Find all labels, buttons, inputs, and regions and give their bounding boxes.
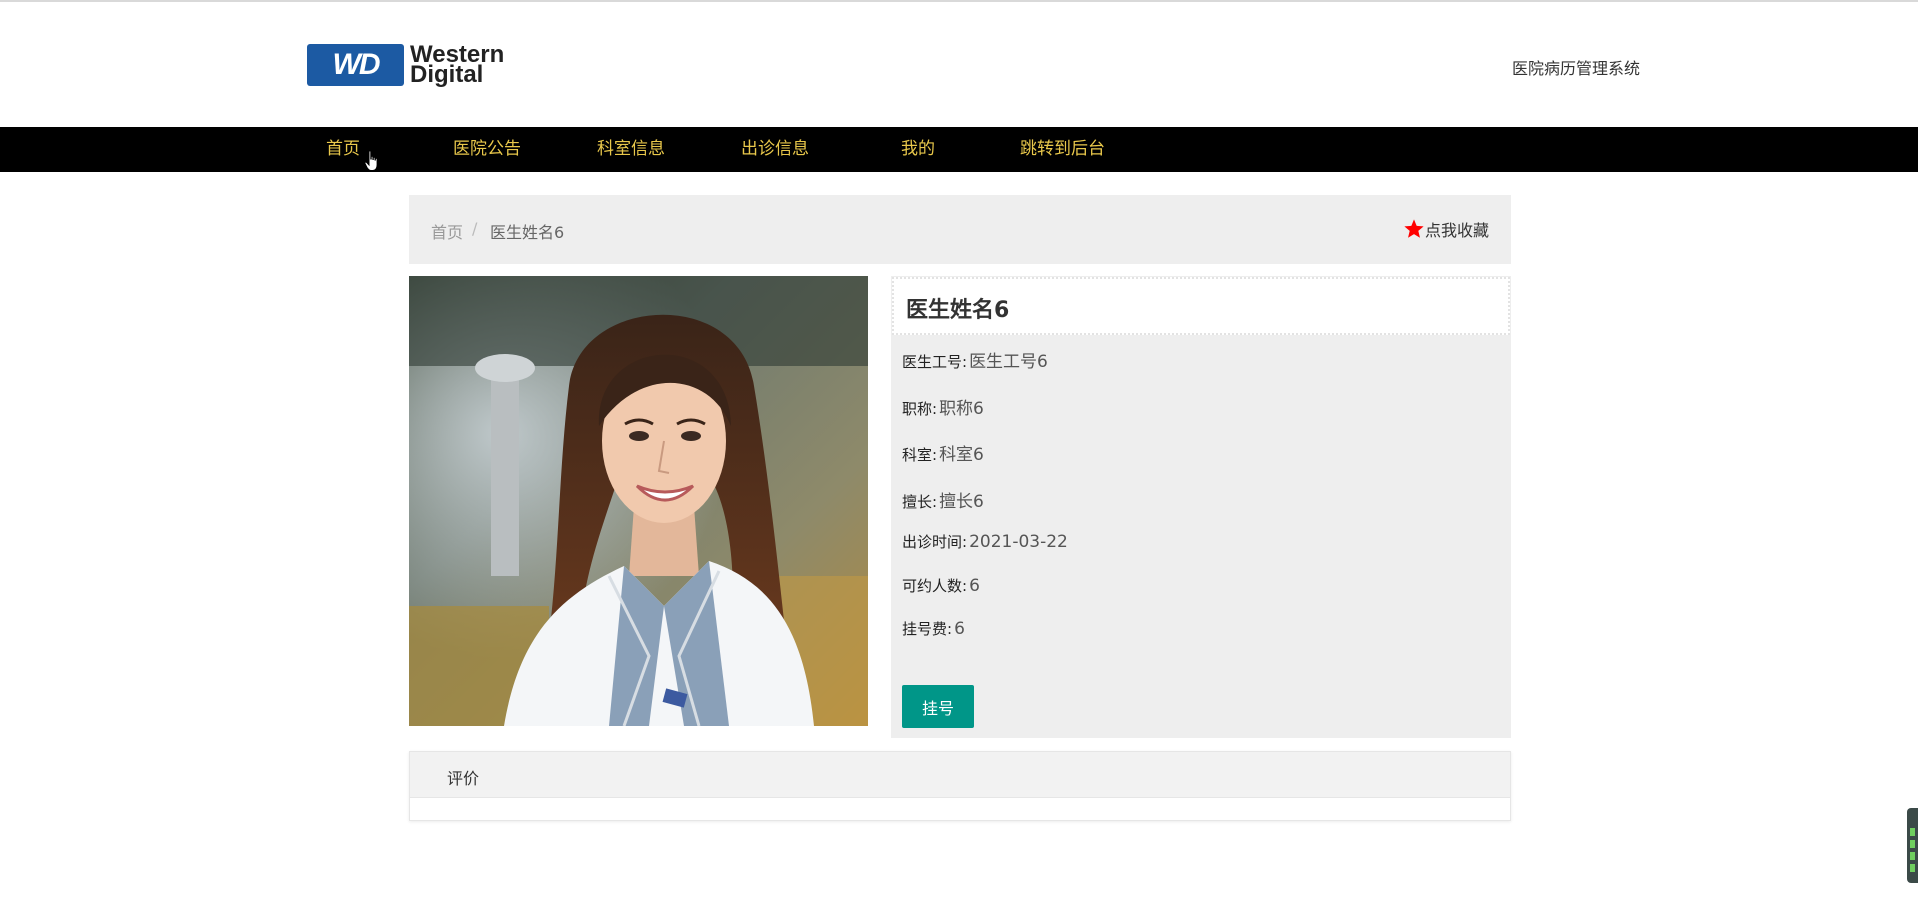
field-label: 出诊时间:	[902, 533, 968, 551]
tab-reviews[interactable]: 评价	[447, 765, 479, 789]
logo-badge: WD	[307, 44, 404, 86]
star-icon	[1404, 219, 1424, 238]
field-value: 6	[954, 619, 965, 639]
field-label: 擅长:	[902, 493, 938, 511]
field-row-visit-time: 出诊时间: 2021-03-22	[902, 531, 1068, 552]
favorite-label: 点我收藏	[1424, 221, 1489, 240]
reviews-panel: 评价	[409, 751, 1511, 821]
field-row-capacity: 可约人数: 6	[902, 575, 980, 596]
nav-item-departments[interactable]: 科室信息	[597, 127, 665, 172]
nav-item-admin[interactable]: 跳转到后台	[1020, 127, 1105, 172]
field-row-id: 医生工号: 医生工号6	[902, 347, 1048, 372]
main-nav: 首页 医院公告 科室信息 出诊信息 我的 跳转到后台	[0, 127, 1918, 172]
field-value: 医生工号6	[969, 352, 1048, 372]
field-row-specialty: 擅长: 擅长6	[902, 487, 984, 512]
field-label: 医生工号:	[902, 353, 968, 371]
field-value: 擅长6	[939, 492, 984, 512]
field-label: 科室:	[902, 446, 938, 464]
breadcrumb-home[interactable]: 首页	[431, 219, 463, 243]
field-label: 挂号费:	[902, 620, 953, 638]
doctor-photo	[409, 276, 868, 726]
logo-wordmark: Western Digital	[410, 43, 504, 88]
nav-item-home[interactable]: 首页	[326, 127, 360, 172]
field-label: 职称:	[902, 400, 938, 418]
side-widget-handle[interactable]	[1907, 808, 1918, 883]
field-value: 6	[969, 576, 980, 596]
nav-item-announcements[interactable]: 医院公告	[453, 127, 521, 172]
doctor-name-box: 医生姓名6	[892, 277, 1510, 335]
doctor-detail-panel: 医生姓名6 医生工号: 医生工号6 职称: 职称6 科室: 科室6 擅长: 擅长…	[891, 276, 1511, 738]
logo-badge-text: WD	[332, 48, 381, 81]
field-value: 科室6	[939, 445, 984, 465]
logo-line-2: Digital	[410, 61, 484, 88]
breadcrumb: 首页 / 医生姓名6 点我收藏	[409, 195, 1511, 264]
field-value: 2021-03-22	[969, 532, 1068, 552]
field-label: 可约人数:	[902, 577, 968, 595]
reviews-tab-bar: 评价	[410, 752, 1510, 798]
field-row-title: 职称: 职称6	[902, 394, 984, 419]
hand-cursor-icon	[364, 150, 378, 171]
wd-logo[interactable]: WD Western Digital	[307, 43, 504, 88]
field-row-department: 科室: 科室6	[902, 440, 984, 465]
top-rule	[0, 0, 1918, 2]
nav-item-schedule[interactable]: 出诊信息	[741, 127, 809, 172]
breadcrumb-separator: /	[472, 219, 478, 238]
breadcrumb-current: 医生姓名6	[490, 223, 565, 242]
favorite-button[interactable]: 点我收藏	[1403, 217, 1489, 241]
field-row-fee: 挂号费: 6	[902, 618, 965, 639]
book-appointment-button[interactable]: 挂号	[902, 685, 974, 728]
site-title: 医院病历管理系统	[1512, 59, 1641, 78]
field-value: 职称6	[939, 399, 984, 419]
doctor-name: 医生姓名6	[906, 298, 1010, 323]
nav-item-mine[interactable]: 我的	[901, 127, 935, 172]
